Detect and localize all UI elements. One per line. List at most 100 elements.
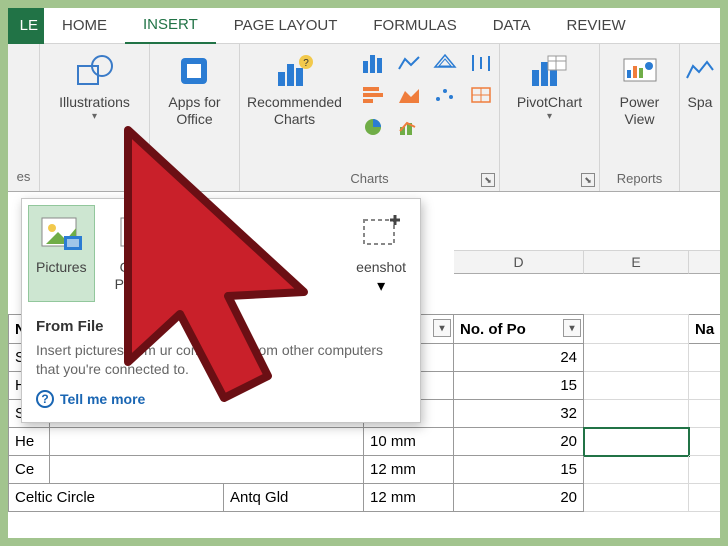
cell-po[interactable]: 20: [454, 428, 584, 456]
col-e-header[interactable]: E: [584, 250, 689, 274]
cell-po[interactable]: 15: [454, 456, 584, 484]
charts-dialog-launcher[interactable]: ⬊: [481, 173, 495, 187]
illustrations-label: Illustrations: [59, 94, 130, 111]
tooltip-panel: From File Insert pictures from ur comput…: [22, 308, 420, 422]
stock-chart-icon[interactable]: [464, 48, 498, 78]
cell-a[interactable]: Ce: [8, 456, 50, 484]
empty-cell[interactable]: [689, 484, 720, 512]
empty-cell[interactable]: [584, 344, 689, 372]
apps-icon: [175, 52, 213, 90]
covered-cell: [50, 428, 364, 456]
help-icon: ?: [36, 390, 54, 408]
filter-dropdown-icon[interactable]: ▾: [433, 319, 451, 337]
cell-size[interactable]: 12 mm: [364, 484, 454, 512]
covered-cell: [50, 456, 364, 484]
ribbon-tabs: LE HOME INSERT PAGE LAYOUT FORMULAS DATA…: [8, 8, 720, 44]
pictures-button[interactable]: Pictures: [28, 205, 95, 302]
power-view-icon: [621, 52, 659, 90]
cell-po[interactable]: 15: [454, 372, 584, 400]
chart-types-grid: [356, 48, 498, 142]
page-layout-tab[interactable]: PAGE LAYOUT: [216, 8, 356, 44]
name2-header-text: Na: [695, 321, 714, 338]
pictures-icon: [39, 211, 83, 255]
pivotchart-button[interactable]: PivotChart ▾: [511, 48, 588, 126]
recommended-charts-label: Recommended Charts: [247, 94, 342, 128]
radar-chart-icon[interactable]: [428, 48, 462, 78]
filter-dropdown-icon[interactable]: ▾: [563, 319, 581, 337]
screenshot-icon: [359, 211, 403, 255]
sparkline-label: Spa: [688, 94, 713, 111]
illustrations-group: Illustrations ▾: [40, 44, 150, 191]
reports-group-label: Reports: [617, 171, 663, 189]
empty-cell[interactable]: [689, 372, 720, 400]
online-pictures-label: Online Pictures: [115, 259, 166, 293]
column-chart-icon[interactable]: [356, 48, 390, 78]
pictures-label: Pictures: [36, 259, 87, 276]
sparklines-group-partial: Spa: [680, 44, 720, 191]
file-tab[interactable]: LE: [8, 8, 44, 44]
cell-po[interactable]: 20: [454, 484, 584, 512]
empty-cell[interactable]: [584, 484, 689, 512]
selected-cell[interactable]: [584, 428, 689, 456]
chevron-down-icon: ▾: [547, 111, 552, 122]
apps-label: Apps for Office: [168, 94, 220, 128]
shapes-icon: [76, 52, 114, 90]
pivotchart-dialog-launcher[interactable]: ⬊: [581, 173, 595, 187]
svg-text:?: ?: [303, 58, 309, 69]
empty-cell[interactable]: [584, 372, 689, 400]
sparkline-icon: [681, 52, 719, 90]
data-tab[interactable]: DATA: [475, 8, 549, 44]
review-tab[interactable]: REVIEW: [549, 8, 644, 44]
empty-cell[interactable]: [584, 314, 689, 344]
pie-chart-icon[interactable]: [356, 112, 390, 142]
formulas-tab[interactable]: FORMULAS: [355, 8, 474, 44]
pivotchart-group: PivotChart ▾ ⬊: [500, 44, 600, 191]
name2-header[interactable]: Na: [689, 314, 720, 344]
sparkline-button[interactable]: Spa: [670, 48, 720, 115]
nopo-header[interactable]: No. of Po ▾: [454, 314, 584, 344]
nopo-header-text: No. of Po: [460, 321, 526, 338]
apps-for-office-button[interactable]: Apps for Office: [162, 48, 226, 132]
insert-tab[interactable]: INSERT: [125, 8, 216, 44]
cell-size[interactable]: 10 mm: [364, 428, 454, 456]
bar-chart-icon[interactable]: [356, 80, 390, 110]
online-pictures-button[interactable]: Online Pictures: [107, 205, 174, 302]
empty-cell[interactable]: [584, 400, 689, 428]
tooltip-title: From File: [36, 318, 406, 335]
empty-cell[interactable]: [689, 344, 720, 372]
line-chart-icon[interactable]: [392, 48, 426, 78]
cell-po[interactable]: 24: [454, 344, 584, 372]
pivotchart-label: PivotChart: [517, 94, 582, 111]
illustrations-button[interactable]: Illustrations ▾: [53, 48, 136, 126]
home-tab[interactable]: HOME: [44, 8, 125, 44]
recommended-charts-button[interactable]: ? Recommended Charts: [241, 48, 348, 132]
cell-b[interactable]: Antq Gld: [224, 484, 364, 512]
cell-a[interactable]: He: [8, 428, 50, 456]
empty-cell[interactable]: [689, 428, 720, 456]
ribbon: es Illustrations ▾ Apps for Office: [8, 44, 720, 192]
power-view-label: Power View: [620, 94, 660, 128]
col-d-header[interactable]: D: [454, 250, 584, 274]
tell-me-more-link[interactable]: ? Tell me more: [36, 390, 406, 408]
apps-group: Apps for Office: [150, 44, 240, 191]
online-pictures-icon: [118, 211, 162, 255]
empty-cell[interactable]: [584, 456, 689, 484]
chevron-down-icon: ▾: [377, 276, 385, 296]
reports-group: Power View Reports: [600, 44, 680, 191]
power-view-button[interactable]: Power View: [610, 48, 670, 132]
empty-cell[interactable]: [689, 456, 720, 484]
charts-group: ? Recommended Charts Charts: [240, 44, 500, 191]
charts-group-label: Charts: [350, 171, 388, 189]
illustrations-dropdown: Pictures Online Pictures eenshot ▾ From …: [21, 198, 421, 423]
screenshot-button[interactable]: eenshot ▾: [348, 205, 414, 302]
tell-me-more-text: Tell me more: [60, 391, 145, 407]
pivotchart-icon: [530, 52, 568, 90]
area-chart-icon[interactable]: [392, 80, 426, 110]
cell-po[interactable]: 32: [454, 400, 584, 428]
empty-cell[interactable]: [689, 400, 720, 428]
cell-a[interactable]: Celtic Circle: [8, 484, 224, 512]
surface-chart-icon[interactable]: [464, 80, 498, 110]
scatter-chart-icon[interactable]: [428, 80, 462, 110]
cell-size[interactable]: 12 mm: [364, 456, 454, 484]
combo-chart-icon[interactable]: [392, 112, 426, 142]
